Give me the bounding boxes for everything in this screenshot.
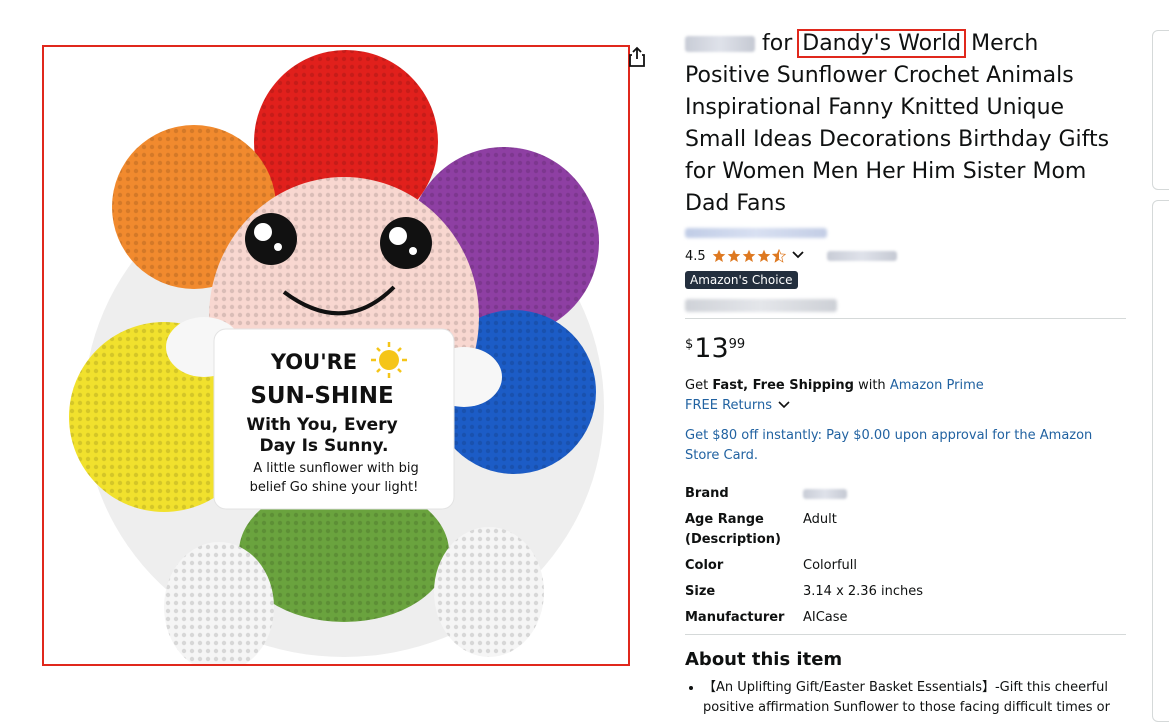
free-returns-label: FREE Returns: [685, 398, 772, 413]
price-symbol: $: [685, 337, 694, 352]
star-rating-icon[interactable]: [712, 249, 787, 263]
title-highlight: Dandy's World: [797, 29, 967, 58]
star-icon: [727, 249, 740, 262]
shipping-with: with: [858, 378, 886, 393]
prime-link[interactable]: Amazon Prime: [890, 378, 984, 393]
sales-info-redacted: [685, 299, 837, 312]
chevron-down-icon[interactable]: [791, 249, 805, 264]
brand-redacted: [685, 36, 755, 52]
spec-value: 3.14 x 2.36 inches: [803, 584, 923, 599]
divider: [685, 318, 1126, 319]
card-text-5: A little sunflower with big: [253, 461, 419, 476]
title-for: for: [762, 31, 793, 56]
free-returns-link[interactable]: FREE Returns: [685, 398, 790, 413]
about-bullets: 【An Uplifting Gift/Easter Basket Essenti…: [685, 678, 1130, 718]
product-image-area: YOU'RE SUN-SHINE With You, Every Day Is …: [0, 0, 660, 694]
spec-value: Adult: [803, 512, 837, 527]
star-icon: [712, 249, 725, 262]
product-details: for Dandy's World Merch Positive Sunflow…: [685, 28, 1130, 718]
about-heading: About this item: [685, 649, 843, 670]
shipping-info: Get Fast, Free Shipping with Amazon Prim…: [685, 376, 1130, 416]
store-link-redacted[interactable]: [685, 228, 827, 238]
spec-key: Size: [685, 584, 716, 599]
amazons-choice-badge: Amazon's Choice: [685, 271, 798, 289]
spec-row: Age Range (Description) Adult: [685, 510, 1130, 550]
spec-row: Color Colorfull: [685, 556, 1130, 576]
share-icon[interactable]: [627, 46, 647, 68]
star-icon: [757, 249, 770, 262]
price-fraction: 99: [728, 337, 746, 352]
rating-value: 4.5: [685, 248, 706, 264]
price: $ 13 99: [685, 335, 1130, 363]
card-text-4: Day Is Sunny.: [260, 436, 389, 456]
spec-row: Size 3.14 x 2.36 inches: [685, 582, 1130, 602]
product-main-image[interactable]: YOU'RE SUN-SHINE With You, Every Day Is …: [42, 45, 630, 666]
card-text-3: With You, Every: [246, 415, 397, 435]
spec-value: Colorfull: [803, 558, 857, 573]
spec-row: Manufacturer AICase: [685, 608, 1130, 628]
shipping-prefix: Get: [685, 378, 709, 393]
side-panel: [1152, 30, 1169, 190]
star-icon: [742, 249, 755, 262]
crochet-sunflower-image: YOU'RE SUN-SHINE With You, Every Day Is …: [44, 47, 628, 664]
divider: [685, 634, 1126, 635]
shipping-bold: Fast, Free Shipping: [712, 378, 854, 393]
star-half-icon: [771, 249, 786, 263]
spec-key: Manufacturer: [685, 610, 785, 625]
price-whole: 13: [694, 333, 729, 364]
spec-table: Brand Age Range (Description) Adult Colo…: [685, 484, 1130, 628]
spec-key: Age Range (Description): [685, 512, 781, 547]
card-text-6: belief Go shine your light!: [250, 480, 419, 495]
card-text-2: SUN-SHINE: [250, 383, 393, 409]
store-card-offer-link[interactable]: Get $80 off instantly: Pay $0.00 upon ap…: [685, 426, 1130, 466]
title-rest: Merch Positive Sunflower Crochet Animals…: [685, 31, 1110, 216]
brand-value-redacted: [803, 488, 847, 499]
product-title[interactable]: for Dandy's World Merch Positive Sunflow…: [685, 28, 1130, 220]
rating-row[interactable]: 4.5: [685, 246, 1130, 266]
spec-value: AICase: [803, 610, 848, 625]
spec-key: Brand: [685, 486, 729, 501]
ratings-count-redacted[interactable]: [826, 251, 897, 261]
spec-value: [803, 484, 1123, 504]
spec-key: Color: [685, 558, 724, 573]
spec-row: Brand: [685, 484, 1130, 504]
list-item: 【An Uplifting Gift/Easter Basket Essenti…: [703, 678, 1130, 718]
chevron-down-icon: [778, 401, 790, 409]
side-panel: [1152, 200, 1169, 722]
card-text-1: YOU'RE: [270, 350, 357, 374]
